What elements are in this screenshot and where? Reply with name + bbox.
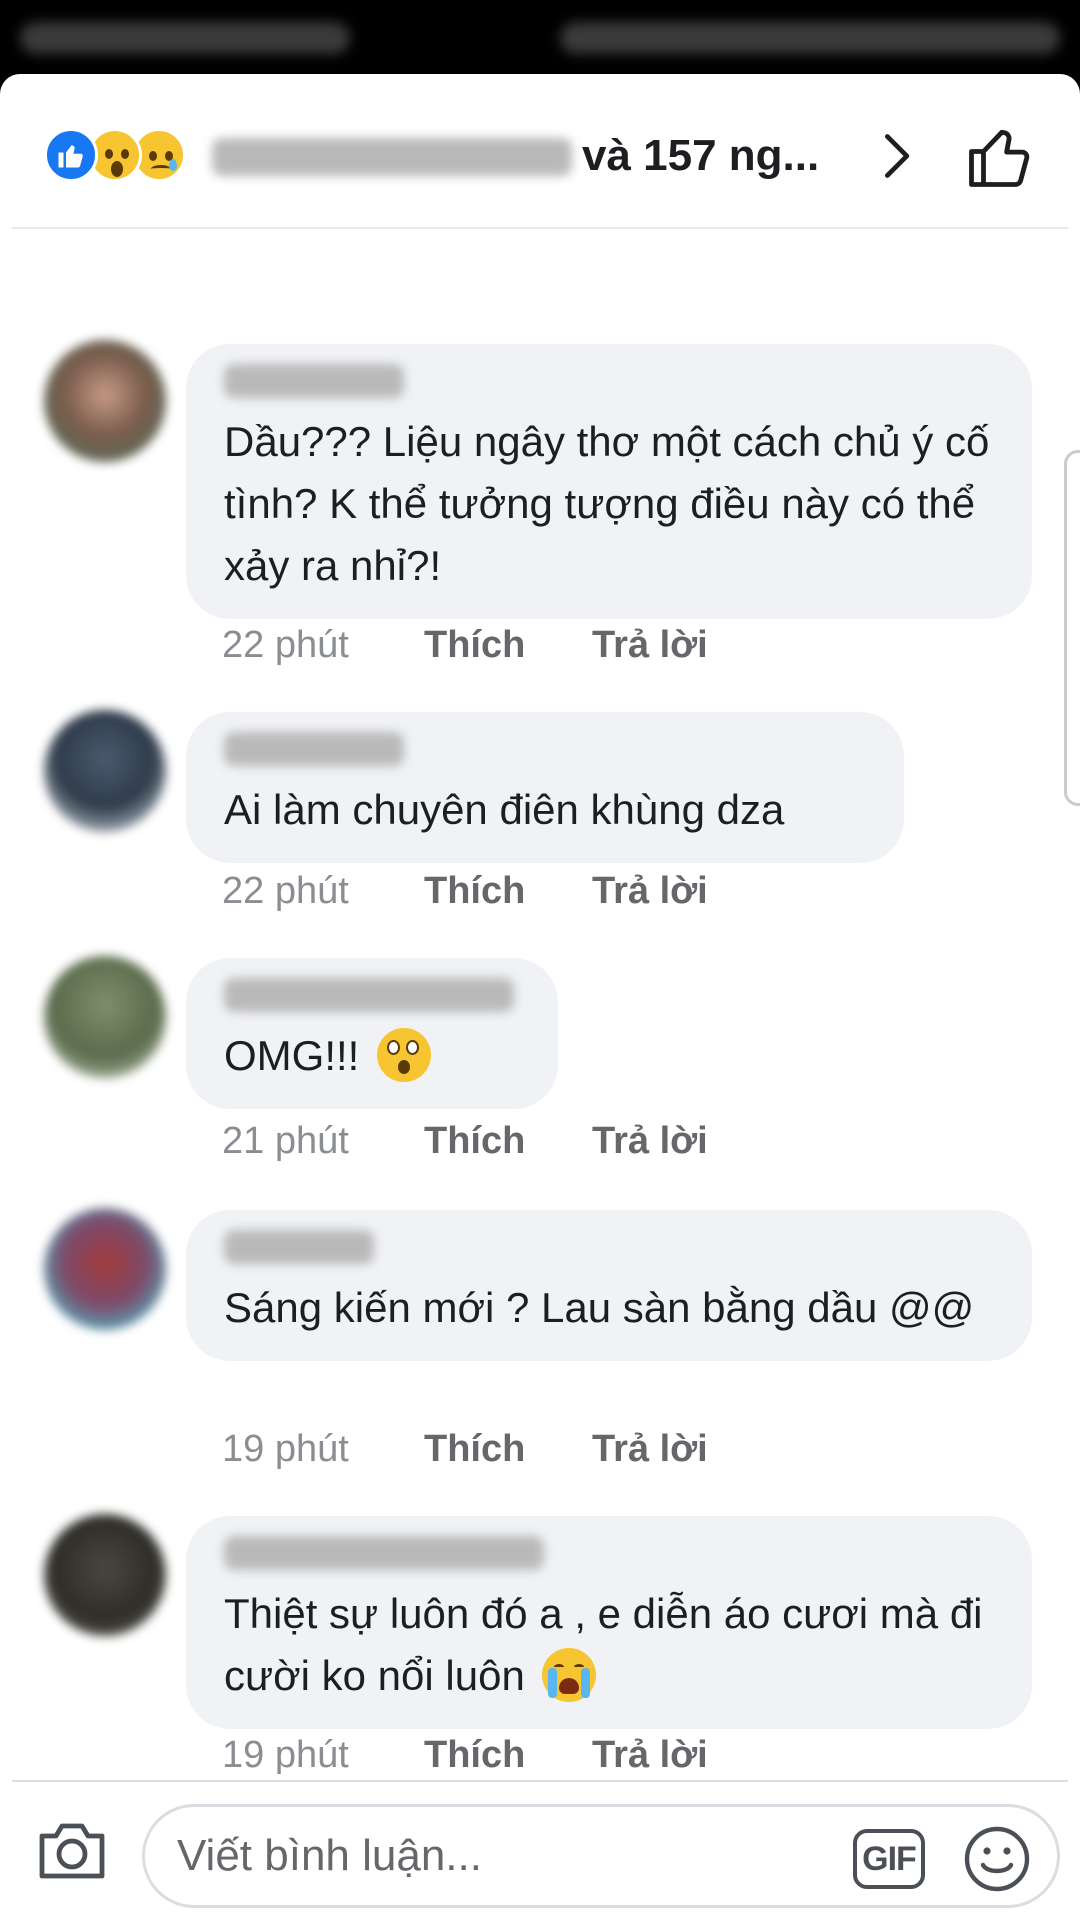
comment-meta: 21 phút Thích Trả lời bbox=[222, 1120, 708, 1163]
reactor-name-blurred bbox=[212, 138, 572, 176]
comment-time: 22 phút bbox=[222, 870, 349, 912]
avatar[interactable] bbox=[44, 956, 166, 1078]
reactions-header[interactable]: và 157 ng... bbox=[12, 74, 1068, 229]
gif-button[interactable]: GIF bbox=[853, 1829, 925, 1889]
comments-sheet: và 157 ng... Dầu??? Liệu ngây thơ một cá… bbox=[0, 74, 1080, 1920]
reaction-icons bbox=[44, 128, 204, 184]
author-name-blurred[interactable] bbox=[224, 364, 404, 398]
comment-bubble: Thiệt sự luôn đó a , e diễn áo cươi mà đ… bbox=[186, 1516, 1032, 1729]
emoji-smile-icon[interactable] bbox=[963, 1825, 1031, 1893]
reply-link[interactable]: Trả lời bbox=[592, 1120, 708, 1163]
avatar[interactable] bbox=[44, 1208, 166, 1330]
comment-bubble: OMG!!! bbox=[186, 958, 558, 1109]
comment-input[interactable]: Viết bình luận... GIF bbox=[142, 1804, 1060, 1908]
camera-icon[interactable] bbox=[36, 1818, 108, 1882]
comment-meta: 22 phút Thích Trả lời bbox=[222, 624, 708, 667]
avatar[interactable] bbox=[44, 340, 166, 462]
comment-bubble: Dầu??? Liệu ngây thơ một cách chủ ý cố t… bbox=[186, 344, 1032, 619]
like-link[interactable]: Thích bbox=[424, 1428, 592, 1471]
like-link[interactable]: Thích bbox=[424, 1120, 592, 1163]
comment-text: OMG!!! bbox=[224, 1025, 520, 1087]
comment-meta: 19 phút Thích Trả lời bbox=[222, 1428, 708, 1471]
like-link[interactable]: Thích bbox=[424, 1734, 592, 1774]
comment-meta: 19 phút Thích Trả lời bbox=[222, 1734, 708, 1774]
author-name-blurred[interactable] bbox=[224, 978, 514, 1012]
avatar[interactable] bbox=[44, 710, 166, 832]
like-icon bbox=[44, 128, 98, 182]
comment-list[interactable]: Dầu??? Liệu ngây thơ một cách chủ ý cố t… bbox=[0, 244, 1080, 1774]
status-icons-blurred bbox=[20, 22, 350, 54]
like-link[interactable]: Thích bbox=[424, 870, 592, 913]
status-bar bbox=[0, 0, 1080, 80]
comment-time: 21 phút bbox=[222, 1120, 349, 1162]
author-name-blurred[interactable] bbox=[224, 1536, 544, 1570]
reply-link[interactable]: Trả lời bbox=[592, 1734, 708, 1774]
comment-text: Dầu??? Liệu ngây thơ một cách chủ ý cố t… bbox=[224, 418, 990, 589]
status-info-blurred bbox=[560, 22, 1060, 54]
comment-bubble: Sáng kiến mới ? Lau sàn bằng dầu @@ bbox=[186, 1210, 1032, 1361]
comment-time: 19 phút bbox=[222, 1734, 349, 1774]
avatar[interactable] bbox=[44, 1514, 166, 1636]
author-name-blurred[interactable] bbox=[224, 1230, 374, 1264]
crying-emoji-icon bbox=[542, 1647, 597, 1702]
comment-text: Sáng kiến mới ? Lau sàn bằng dầu @@ bbox=[224, 1284, 975, 1331]
author-name-blurred[interactable] bbox=[224, 732, 404, 766]
comment-time: 19 phút bbox=[222, 1428, 349, 1470]
comment-meta: 22 phút Thích Trả lời bbox=[222, 870, 708, 913]
comment-time: 22 phút bbox=[222, 624, 349, 666]
comment-input-placeholder: Viết bình luận... bbox=[177, 1831, 482, 1880]
scrollbar-handle[interactable] bbox=[1064, 450, 1080, 806]
chevron-right-icon[interactable] bbox=[870, 130, 922, 182]
reply-link[interactable]: Trả lời bbox=[592, 1428, 708, 1471]
thumbs-up-icon[interactable] bbox=[964, 120, 1036, 192]
comment-bubble: Ai làm chuyên điên khùng dza bbox=[186, 712, 904, 863]
reply-link[interactable]: Trả lời bbox=[592, 624, 708, 667]
comment-text: Thiệt sự luôn đó a , e diễn áo cươi mà đ… bbox=[224, 1583, 994, 1707]
comment-text: Ai làm chuyên điên khùng dza bbox=[224, 786, 785, 833]
reaction-summary: và 157 ng... bbox=[582, 131, 820, 180]
astonished-emoji-icon bbox=[377, 1027, 432, 1082]
comment-composer: Viết bình luận... GIF bbox=[12, 1780, 1068, 1920]
like-link[interactable]: Thích bbox=[424, 624, 592, 667]
reply-link[interactable]: Trả lời bbox=[592, 870, 708, 913]
